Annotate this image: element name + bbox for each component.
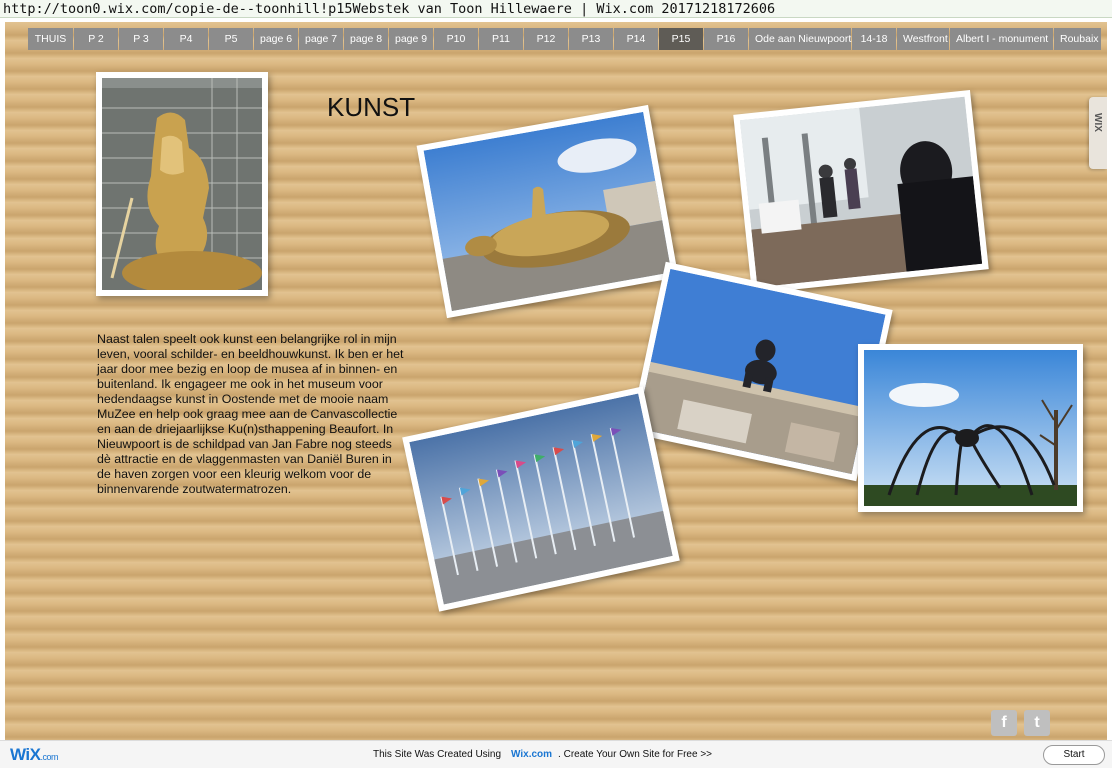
photo-golden-turtle-sculpture[interactable] <box>416 104 679 319</box>
window-title: http://toon0.wix.com/copie-de--toonhill!… <box>3 1 776 17</box>
nav-item-14-18[interactable]: 14-18 <box>852 28 896 50</box>
footer-promo: This Site Was Created Using Wix.com . Crea… <box>373 749 712 760</box>
photo-golden-rider-statue[interactable] <box>96 72 268 296</box>
nav-item-p5[interactable]: P5 <box>209 28 253 50</box>
photo-restaurant-interior[interactable] <box>733 90 989 294</box>
nav-item-p2[interactable]: P 2 <box>74 28 118 50</box>
nav-item-p13[interactable]: P13 <box>569 28 613 50</box>
wix-logo[interactable]: WiX.com <box>10 745 58 765</box>
nav-item-thuis[interactable]: THUIS <box>28 28 73 50</box>
nav-item-p14[interactable]: P14 <box>614 28 658 50</box>
nav-item-p12[interactable]: P12 <box>524 28 568 50</box>
twitter-icon[interactable]: t <box>1024 710 1050 736</box>
nav-item-p4[interactable]: P4 <box>164 28 208 50</box>
wix-logo-suffix: .com <box>40 752 58 762</box>
nav-item-p3[interactable]: P 3 <box>119 28 163 50</box>
body-paragraph: Naast talen speelt ook kunst een belangr… <box>97 332 404 496</box>
footer-wix-link[interactable]: Wix.com <box>511 749 552 760</box>
top-navigation: THUIS P 2 P 3 P4 P5 page 6 page 7 page 8… <box>28 28 1102 50</box>
nav-item-ode-aan-nieuwpoort[interactable]: Ode aan Nieuwpoort <box>749 28 851 50</box>
wix-logo-main: WiX <box>10 745 41 764</box>
nav-item-p15[interactable]: P15 <box>659 28 703 50</box>
twitter-glyph: t <box>1034 714 1040 731</box>
facebook-glyph: f <box>1001 714 1007 731</box>
photo-flag-poles-harbour[interactable] <box>402 386 680 612</box>
photo-baby-sculpture-on-roof[interactable] <box>629 261 893 482</box>
nav-item-albert-monument[interactable]: Albert I - monument <box>950 28 1053 50</box>
nav-item-p16[interactable]: P16 <box>704 28 748 50</box>
wix-side-tab[interactable]: WIX <box>1089 97 1107 169</box>
nav-item-p11[interactable]: P11 <box>479 28 523 50</box>
nav-item-page8[interactable]: page 8 <box>344 28 388 50</box>
nav-item-p10[interactable]: P10 <box>434 28 478 50</box>
page-title: KUNST <box>327 92 416 122</box>
nav-item-page7[interactable]: page 7 <box>299 28 343 50</box>
nav-item-westfront[interactable]: Westfront <box>897 28 949 50</box>
facebook-icon[interactable]: f <box>991 710 1017 736</box>
window-title-bar: http://toon0.wix.com/copie-de--toonhill!… <box>0 0 1112 18</box>
footer-text-after[interactable]: . Create Your Own Site for Free >> <box>558 749 712 760</box>
nav-item-roubaix[interactable]: Roubaix <box>1054 28 1101 50</box>
start-button[interactable]: Start <box>1043 745 1105 765</box>
wix-footer-bar: WiX.com This Site Was Created Using Wix.c… <box>0 740 1112 768</box>
nav-item-page6[interactable]: page 6 <box>254 28 298 50</box>
photo-spider-sculpture[interactable] <box>858 344 1083 512</box>
nav-item-page9[interactable]: page 9 <box>389 28 433 50</box>
footer-text-before: This Site Was Created Using <box>373 749 502 760</box>
wix-side-tab-label: WIX <box>1092 113 1103 132</box>
page-canvas: THUIS P 2 P 3 P4 P5 page 6 page 7 page 8… <box>5 22 1107 740</box>
